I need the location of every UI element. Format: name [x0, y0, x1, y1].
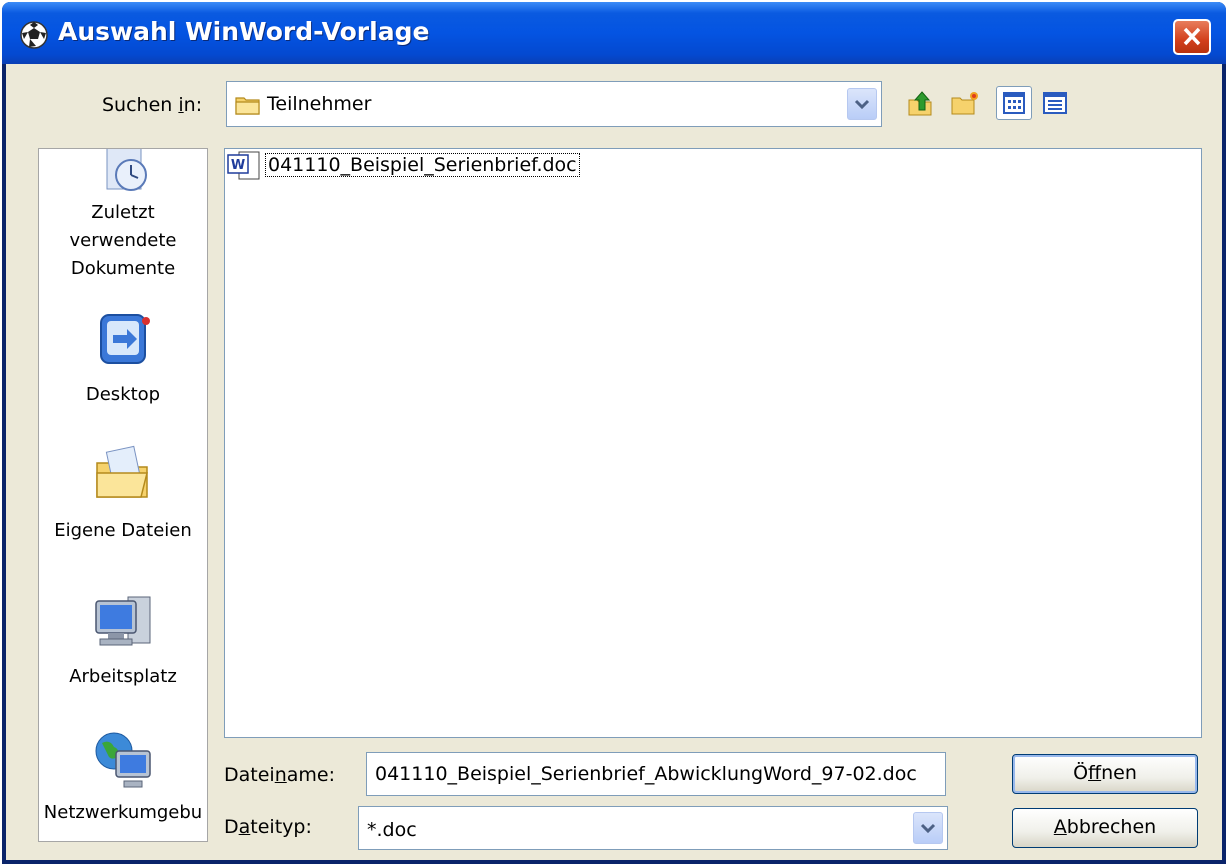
close-icon [1183, 27, 1201, 46]
dialog-window: Auswahl WinWord-Vorlage Suchen in: Teiln… [2, 2, 1226, 864]
view-details-button[interactable] [1040, 88, 1070, 118]
recent-documents-icon [106, 149, 147, 191]
filename-input[interactable]: 041110_Beispiel_Serienbrief_AbwicklungWo… [366, 752, 946, 796]
app-icon [20, 21, 48, 49]
place-label: Zuletzt [91, 202, 155, 223]
filename-value: 041110_Beispiel_Serienbrief_AbwicklungWo… [375, 763, 917, 785]
dialog-body: Suchen in: Teilnehmer Zuletzt verwendete… [6, 64, 1222, 860]
look-in-label: Suchen in: [102, 94, 203, 116]
places-bar: Zuletzt verwendete Dokumente Desktop Eig… [38, 148, 208, 842]
place-label: Arbeitsplatz [69, 666, 177, 687]
filetype-combo[interactable]: *.doc [358, 806, 948, 850]
chevron-down-icon [854, 99, 870, 110]
chevron-down-icon [920, 823, 936, 834]
my-documents-icon [96, 445, 148, 498]
folder-icon [235, 97, 260, 115]
look-in-dropdown-button[interactable] [847, 88, 877, 120]
close-button[interactable] [1173, 19, 1211, 55]
place-my-computer[interactable]: Arbeitsplatz [39, 589, 207, 691]
up-one-level-icon [908, 91, 932, 116]
view-list-button[interactable] [996, 86, 1032, 120]
desktop-icon [100, 314, 150, 364]
my-computer-icon [95, 596, 151, 646]
filetype-value: *.doc [367, 819, 417, 841]
place-label: Dokumente [70, 258, 176, 279]
network-places-icon [95, 732, 151, 788]
up-one-level-button[interactable] [906, 88, 936, 118]
look-in-value: Teilnehmer [267, 93, 372, 115]
file-list[interactable]: W 041110_Beispiel_Serienbrief.doc [224, 148, 1202, 738]
place-label: Netzwerkumgebu [43, 802, 203, 823]
svg-text:W: W [231, 158, 245, 173]
window-title: Auswahl WinWord-Vorlage [58, 17, 430, 46]
place-label: verwendete [69, 230, 177, 251]
place-label: Eigene Dateien [54, 520, 192, 541]
new-folder-icon [951, 92, 978, 115]
new-folder-button[interactable] [950, 88, 980, 118]
open-button[interactable]: Öffnen [1012, 754, 1198, 794]
filetype-label: Dateityp: [224, 816, 312, 838]
filetype-dropdown-button[interactable] [913, 812, 943, 844]
look-in-combo[interactable]: Teilnehmer [226, 81, 882, 127]
place-my-documents[interactable]: Eigene Dateien [39, 443, 207, 545]
file-name: 041110_Beispiel_Serienbrief.doc [265, 153, 580, 177]
place-recent-documents[interactable]: Zuletzt verwendete Dokumente [39, 149, 207, 283]
word-document-icon: W [227, 151, 260, 180]
title-bar[interactable]: Auswahl WinWord-Vorlage [2, 2, 1226, 64]
place-label: Desktop [85, 384, 161, 405]
place-desktop[interactable]: Desktop [39, 311, 207, 409]
cancel-button[interactable]: Abbrechen [1012, 808, 1198, 848]
place-network[interactable]: Netzwerkumgebu [39, 727, 207, 827]
filename-label: Dateiname: [224, 764, 335, 786]
view-list-icon [1003, 92, 1025, 114]
view-details-icon [1043, 92, 1067, 114]
